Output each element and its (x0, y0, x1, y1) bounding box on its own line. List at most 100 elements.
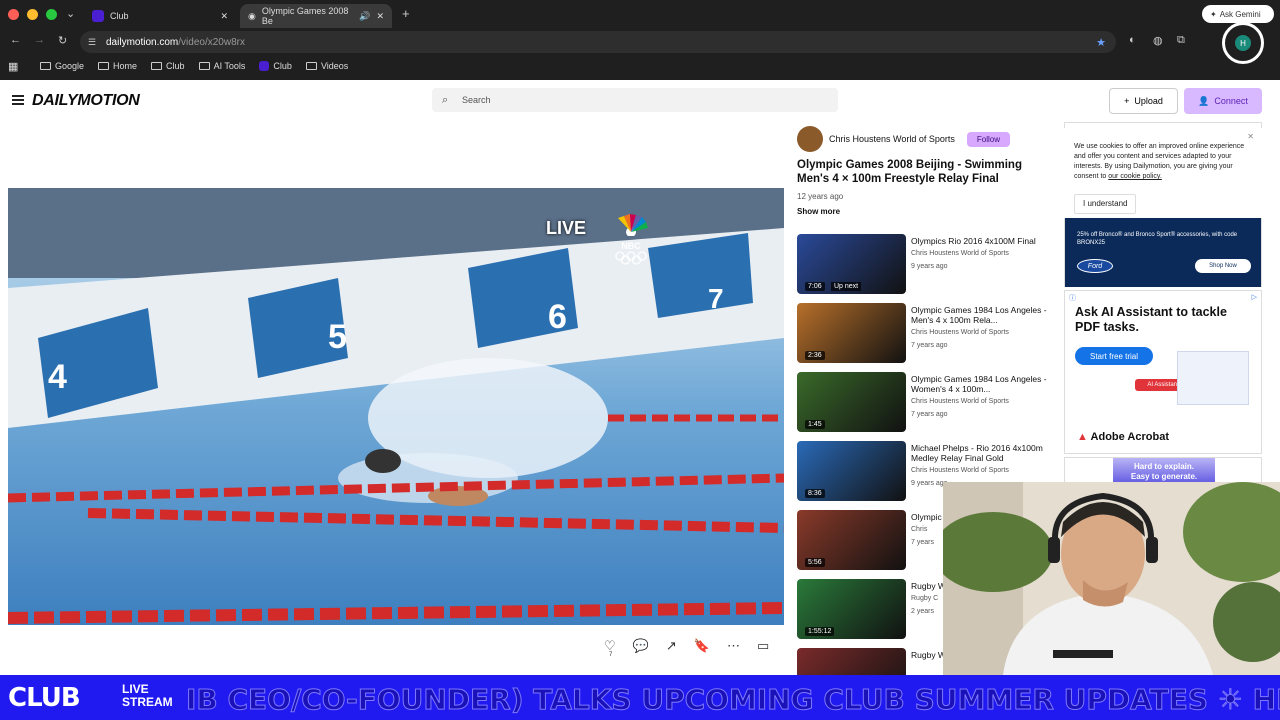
dailymotion-logo[interactable]: DAILYMOTION (32, 92, 140, 110)
recommendation-title[interactable]: Olympic Games 1984 Los Angeles - Women's… (911, 374, 1059, 394)
maximize-window-button[interactable] (46, 9, 57, 20)
upload-label: Upload (1134, 96, 1163, 106)
share-icon[interactable]: ↗ (666, 638, 677, 654)
close-window-button[interactable] (8, 9, 19, 20)
club-favicon-icon (92, 10, 104, 22)
audio-icon[interactable]: 🔊 (359, 11, 370, 22)
tab-list-icon[interactable]: ⌄ (66, 7, 75, 20)
bookmark-club-2[interactable]: Club (259, 61, 292, 71)
bookmark-star-icon[interactable]: ★ (1096, 36, 1106, 49)
duration-badge: 5:56 (805, 558, 825, 567)
reload-icon[interactable]: ↻ (58, 34, 67, 47)
extensions-puzzle-icon[interactable]: ⧉ (1177, 34, 1185, 47)
lane-number: 5 (328, 318, 347, 356)
recommendation-thumbnail[interactable]: 8:36 (797, 441, 906, 501)
back-icon[interactable]: ← (10, 34, 21, 46)
bookmark-google[interactable]: Google (40, 61, 84, 71)
recommendation-item[interactable]: 1:45 Olympic Games 1984 Los Angeles - Wom… (797, 372, 1059, 434)
tab-label: Olympic Games 2008 Be (261, 6, 349, 26)
url-path: /video/x20w8rx (178, 36, 245, 48)
recommendation-age: 7 years ago (911, 411, 948, 418)
forward-icon[interactable]: → (34, 34, 45, 46)
minimize-window-button[interactable] (27, 9, 38, 20)
ad-info-icon[interactable]: ⓘ (1069, 293, 1076, 303)
cookie-policy-link[interactable]: our cookie policy. (1108, 173, 1162, 180)
profile-initial: H (1235, 35, 1251, 51)
follow-button[interactable]: Follow (966, 131, 1011, 147)
extension-icon[interactable]: ◍ (1153, 34, 1163, 47)
bookmark-home[interactable]: Home (98, 61, 137, 71)
adobe-ad[interactable]: ⓘ ▷ Ask AI Assistant to tackle PDF tasks… (1064, 290, 1262, 454)
recommendation-thumbnail[interactable] (797, 648, 906, 675)
recommendation-channel[interactable]: Chris Houstens World of Sports (911, 328, 1059, 338)
sparkle-icon: ✦ (1210, 9, 1217, 19)
ad-choices-icon[interactable]: ▷ (1252, 293, 1257, 301)
show-more-link[interactable]: Show more (797, 207, 1057, 216)
i-understand-button[interactable]: I understand (1074, 194, 1137, 214)
bookmark-ai-tools[interactable]: AI Tools (198, 61, 245, 71)
shop-now-button[interactable]: Shop Now (1195, 259, 1251, 273)
recommendation-title[interactable]: Olympics Rio 2016 4x100M Final (911, 236, 1059, 246)
picture-in-picture-icon[interactable]: ▭ (757, 638, 769, 654)
folder-icon (305, 62, 317, 70)
video-frame: 4 5 6 7 (8, 188, 784, 625)
search-input[interactable]: ⌕ Search (432, 88, 838, 112)
bookmark-club[interactable]: Club (151, 61, 185, 71)
ask-gemini-label: Ask Gemini (1219, 9, 1261, 19)
livestream-banner: CLUB LIVE STREAM IB CEO/CO-FOUNDER) TALK… (0, 675, 1280, 720)
ad3-line1: Hard to explain. (1133, 462, 1194, 471)
close-ad-icon[interactable]: ✕ (1247, 132, 1254, 142)
close-tab-icon[interactable]: ✕ (376, 11, 384, 22)
start-free-trial-button[interactable]: Start free trial (1075, 347, 1153, 365)
adobe-logo: ▲ Adobe Acrobat (1077, 431, 1169, 443)
video-player[interactable]: 4 5 6 7 LIVE NBC (8, 188, 784, 625)
duration-badge: 1:55:12 (805, 627, 835, 636)
extension-icon[interactable]: ◐ (1129, 34, 1136, 46)
comment-icon[interactable]: 💬 (633, 638, 649, 654)
tab-olympic[interactable]: ◉ Olympic Games 2008 Be 🔊 ✕ (240, 4, 392, 28)
recommendation-channel[interactable]: Chris Houstens World of Sports (911, 397, 1059, 407)
recommendation-channel[interactable]: Chris Houstens World of Sports (911, 249, 1059, 259)
upload-button[interactable]: + Upload (1109, 88, 1178, 114)
folder-icon (40, 62, 51, 70)
menu-icon[interactable] (12, 95, 24, 105)
bookmark-videos[interactable]: Videos (305, 61, 348, 71)
url-domain: dailymotion.com (106, 36, 179, 48)
new-tab-icon[interactable]: + (402, 6, 410, 21)
address-bar[interactable]: ☰ dailymotion.com/video/x20w8rx ★ (80, 31, 1116, 53)
recommendation-thumbnail[interactable]: 1:55:12 (797, 579, 906, 639)
bookmark-icon[interactable]: 🔖 (694, 638, 710, 654)
adobe-logo-icon: ▲ (1077, 431, 1088, 443)
recommendation-thumbnail[interactable]: 2:36 (797, 303, 906, 363)
site-info-icon[interactable]: ☰ (88, 37, 96, 48)
channel-avatar[interactable] (797, 126, 823, 152)
apps-grid-icon[interactable]: ▦ (8, 60, 18, 73)
adobe-ad-title: Ask AI Assistant to tackle PDF tasks. (1075, 305, 1227, 334)
peacock-icon (618, 214, 648, 237)
recommendation-item[interactable]: 2:36 Olympic Games 1984 Los Angeles - Men… (797, 303, 1059, 365)
live-overlay: LIVE (546, 218, 587, 238)
close-tab-icon[interactable]: ✕ (220, 11, 228, 22)
lane-number: 4 (48, 358, 67, 396)
channel-name[interactable]: Chris Houstens World of Sports (829, 134, 955, 144)
search-placeholder: Search (462, 95, 491, 105)
recommendation-thumbnail[interactable]: 1:45 (797, 372, 906, 432)
recommendation-thumbnail[interactable]: 5:56 (797, 510, 906, 570)
bookmark-label: Club (166, 61, 185, 71)
connect-button[interactable]: 👤 Connect (1184, 88, 1262, 114)
club-logo: CLUB (8, 683, 81, 713)
recommendation-thumbnail[interactable]: 7:06 Up next (797, 234, 906, 294)
recommendation-channel[interactable]: Chris Houstens World of Sports (911, 466, 1059, 476)
like-icon[interactable]: ♡ 7 (604, 638, 616, 658)
tab-club[interactable]: Club ✕ (84, 4, 236, 28)
recommendation-title[interactable]: Olympic Games 1984 Los Angeles - Men's 4… (911, 305, 1059, 325)
recommendation-title[interactable]: Michael Phelps - Rio 2016 4x100m Medley … (911, 443, 1059, 463)
recommendation-item[interactable]: 7:06 Up next Olympics Rio 2016 4x100M Fina… (797, 234, 1059, 296)
bookmarks-bar: ▦ Google Home Club AI Tools Club Videos (0, 56, 1280, 76)
more-icon[interactable]: ⋯ (727, 638, 740, 654)
duration-badge: 1:45 (805, 420, 825, 429)
bookmark-label: Home (113, 61, 138, 71)
webcam-scene (943, 482, 1280, 675)
ask-gemini-button[interactable]: ✦ Ask Gemini (1202, 5, 1274, 23)
ford-logo: Ford (1077, 259, 1113, 273)
